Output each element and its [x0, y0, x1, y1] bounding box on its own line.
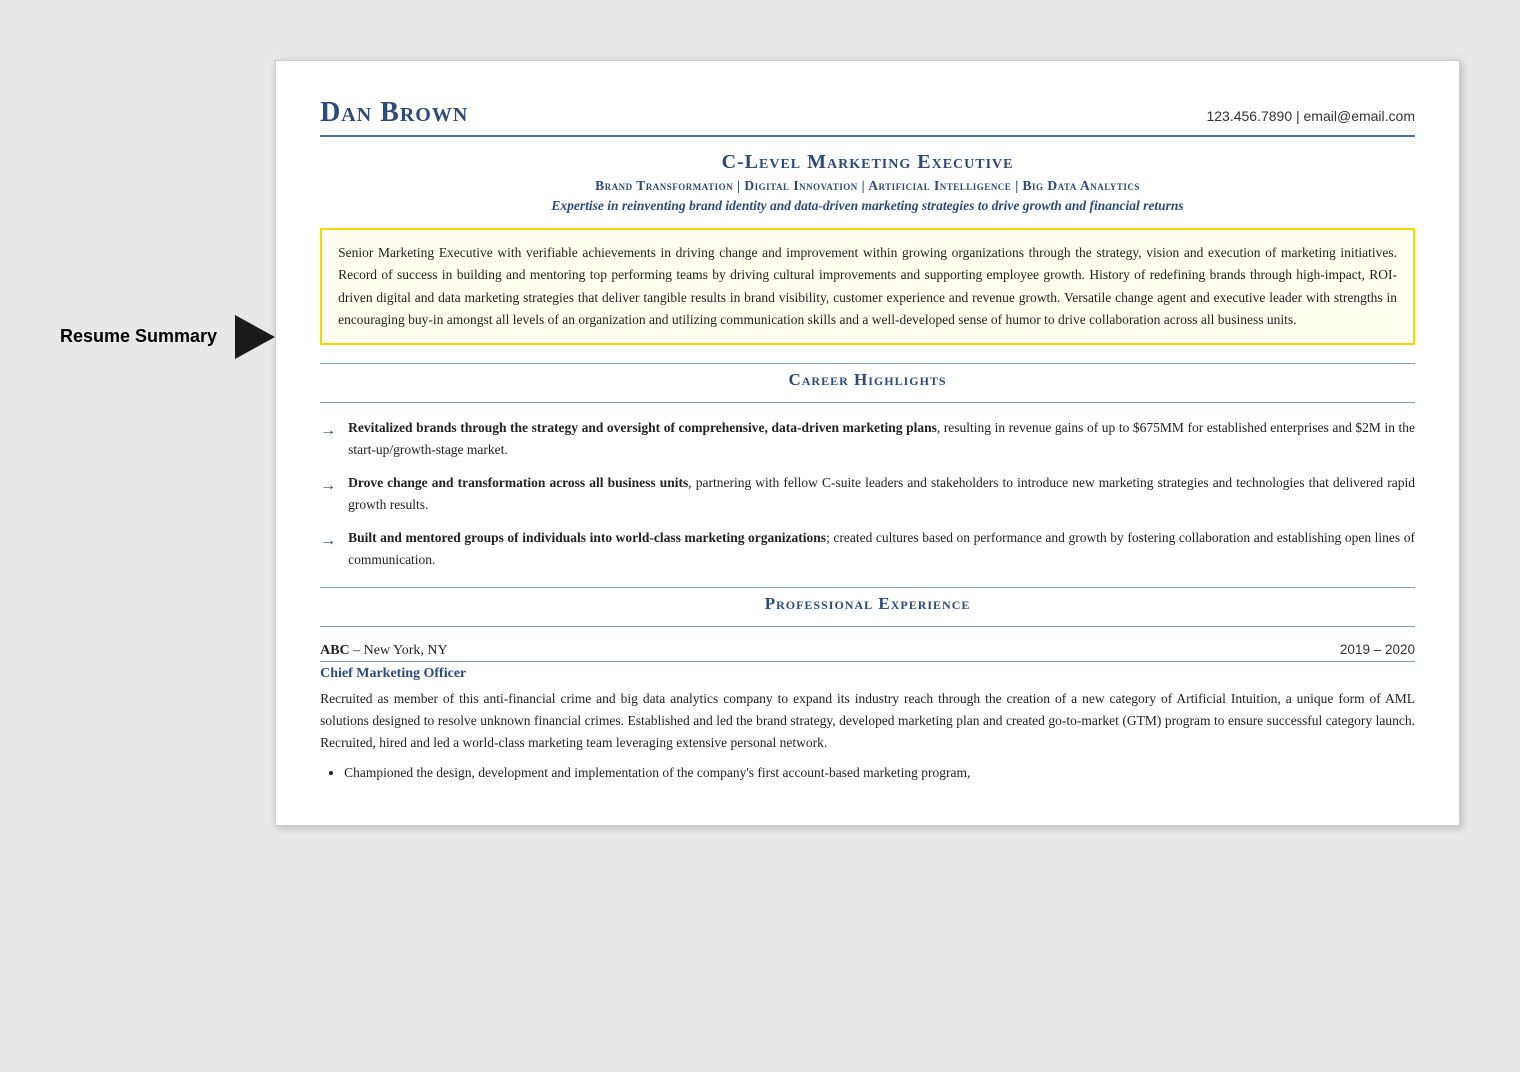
list-item: → Built and mentored groups of individua…: [320, 527, 1415, 570]
expertise: Expertise in reinventing brand identity …: [320, 198, 1415, 214]
career-highlights-section: Career Highlights → Revitalized brands t…: [320, 363, 1415, 571]
exp-description: Recruited as member of this anti-financi…: [320, 688, 1415, 755]
title-section: C-Level Marketing Executive Brand Transf…: [320, 151, 1415, 214]
annotation-wrapper: Resume Summary: [60, 315, 275, 359]
list-item: → Revitalized brands through the strateg…: [320, 417, 1415, 460]
highlight-bold-1: Revitalized brands through the strategy …: [348, 420, 937, 435]
highlight-bold-3: Built and mentored groups of individuals…: [348, 530, 826, 545]
specialties: Brand Transformation | Digital Innovatio…: [320, 178, 1415, 194]
sidebar-annotation: Resume Summary: [60, 60, 275, 359]
career-highlights-title: Career Highlights: [788, 370, 946, 389]
highlight-text-1: Revitalized brands through the strategy …: [348, 417, 1415, 460]
exp-date: 2019 – 2020: [1340, 642, 1415, 657]
resume-document: Dan Brown 123.456.7890 | email@email.com…: [275, 60, 1460, 826]
arrow-icon: [235, 315, 275, 359]
highlight-arrow-icon: →: [320, 418, 336, 444]
highlight-text-2: Drove change and transformation across a…: [348, 472, 1415, 515]
page-wrapper: Resume Summary Dan Brown 123.456.7890 | …: [0, 20, 1520, 866]
highlight-arrow-icon: →: [320, 473, 336, 499]
company-info: ABC – New York, NY: [320, 641, 448, 659]
exp-header: ABC – New York, NY 2019 – 2020: [320, 641, 1415, 659]
section-divider-top-exp: [320, 587, 1415, 588]
job-title-exp: Chief Marketing Officer: [320, 666, 1415, 682]
professional-experience-section: Professional Experience ABC – New York, …: [320, 587, 1415, 785]
exp-bullets: Championed the design, development and i…: [344, 762, 1415, 784]
exp-divider: [320, 661, 1415, 662]
list-item: → Drove change and transformation across…: [320, 472, 1415, 515]
header-section: Dan Brown 123.456.7890 | email@email.com: [320, 97, 1415, 137]
section-divider-top-highlights: [320, 363, 1415, 364]
company-name: ABC: [320, 643, 350, 658]
exp-bullet: Championed the design, development and i…: [344, 762, 1415, 784]
career-highlights-header: Career Highlights: [320, 370, 1415, 390]
highlight-text-3: Built and mentored groups of individuals…: [348, 527, 1415, 570]
highlight-arrow-icon: →: [320, 528, 336, 554]
summary-text: Senior Marketing Executive with verifiab…: [338, 245, 1397, 327]
section-divider-bottom-exp: [320, 626, 1415, 627]
professional-experience-title: Professional Experience: [765, 594, 971, 613]
contact-info: 123.456.7890 | email@email.com: [1206, 108, 1415, 124]
summary-box: Senior Marketing Executive with verifiab…: [320, 228, 1415, 345]
candidate-name: Dan Brown: [320, 97, 468, 129]
section-divider-bottom-highlights: [320, 402, 1415, 403]
job-title: C-Level Marketing Executive: [320, 151, 1415, 174]
job-entry: ABC – New York, NY 2019 – 2020 Chief Mar…: [320, 641, 1415, 785]
company-suffix: – New York, NY: [350, 643, 448, 658]
professional-experience-header: Professional Experience: [320, 594, 1415, 614]
resume-summary-label: Resume Summary: [60, 326, 217, 346]
highlights-list: → Revitalized brands through the strateg…: [320, 417, 1415, 571]
highlight-bold-2: Drove change and transformation across a…: [348, 475, 688, 490]
